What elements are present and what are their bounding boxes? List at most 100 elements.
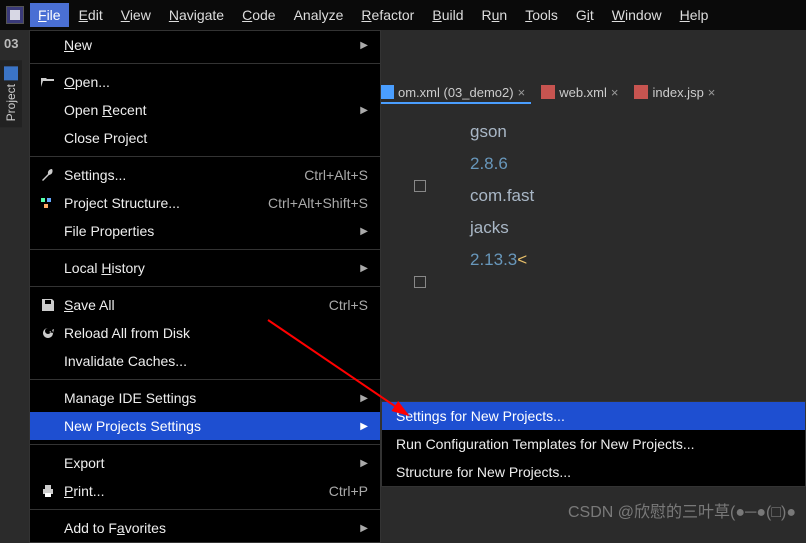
menuitem-close-project[interactable]: Close Project bbox=[30, 124, 380, 152]
menuitem-label: New Projects Settings bbox=[64, 418, 352, 434]
submenu-arrow-icon: ▶ bbox=[360, 105, 368, 116]
menuitem-label: Close Project bbox=[64, 130, 368, 146]
menuitem-label: Project Structure... bbox=[64, 195, 260, 211]
watermark: CSDN @欣慰的三叶草(●─●(□)● bbox=[568, 498, 796, 522]
submenu-arrow-icon: ▶ bbox=[360, 263, 368, 274]
structure-icon bbox=[40, 195, 56, 211]
menu-code[interactable]: Code bbox=[234, 3, 283, 27]
editor-tabs: om.xml (03_demo2) × web.xml × index.jsp × bbox=[370, 78, 806, 108]
submenu-arrow-icon: ▶ bbox=[360, 226, 368, 237]
file-menu-dropdown: New ▶ Open... Open Recent ▶ Close Project Sett… bbox=[29, 30, 381, 543]
menuitem-label: Add to Favorites bbox=[64, 520, 352, 536]
xml-red-icon bbox=[541, 85, 555, 99]
menuitem-new[interactable]: New ▶ bbox=[30, 31, 380, 59]
menu-run[interactable]: Run bbox=[473, 3, 515, 27]
menuitem-print-[interactable]: Print... Ctrl+P bbox=[30, 477, 380, 505]
menuitem-label: Settings... bbox=[64, 167, 296, 183]
submenu-arrow-icon: ▶ bbox=[360, 393, 368, 404]
shortcut: Ctrl+Alt+Shift+S bbox=[268, 195, 368, 211]
code-line: jacks bbox=[430, 212, 806, 244]
fold-marker-icon[interactable] bbox=[414, 276, 426, 288]
menubar: FileEditViewNavigateCodeAnalyzeRefactorB… bbox=[0, 0, 806, 30]
project-toolwindow-tab[interactable]: Project bbox=[0, 60, 22, 127]
blank-icon bbox=[40, 520, 56, 536]
menuitem-label: Print... bbox=[64, 483, 321, 499]
submenu-arrow-icon: ▶ bbox=[360, 40, 368, 51]
reload-icon bbox=[40, 325, 56, 341]
jsp-icon bbox=[634, 85, 648, 99]
menuitem-new-projects-settings[interactable]: New Projects Settings ▶ bbox=[30, 412, 380, 440]
code-line: com.fast bbox=[430, 180, 806, 212]
menuitem-export[interactable]: Export▶ bbox=[30, 449, 380, 477]
project-icon bbox=[4, 66, 18, 80]
menuitem-label: Invalidate Caches... bbox=[64, 353, 368, 369]
menuitem-label: Local History bbox=[64, 260, 352, 276]
menu-tools[interactable]: Tools bbox=[517, 3, 566, 27]
shortcut: Ctrl+P bbox=[329, 483, 368, 499]
menu-navigate[interactable]: Navigate bbox=[161, 3, 232, 27]
new-projects-settings-submenu: Settings for New Projects...Run Configur… bbox=[381, 401, 806, 487]
menu-analyze[interactable]: Analyze bbox=[286, 3, 352, 27]
tab-label: om.xml (03_demo2) bbox=[398, 85, 514, 100]
menuitem-label: Export bbox=[64, 455, 352, 471]
submenuitem-settings-for-new-projects-[interactable]: Settings for New Projects... bbox=[382, 402, 805, 430]
blank-icon bbox=[40, 223, 56, 239]
menu-edit[interactable]: Edit bbox=[71, 3, 111, 27]
menu-view[interactable]: View bbox=[113, 3, 159, 27]
wrench-icon bbox=[40, 167, 56, 183]
blank-icon bbox=[40, 418, 56, 434]
xml-blue-icon bbox=[380, 85, 394, 99]
menu-file[interactable]: File bbox=[30, 3, 69, 27]
blank-icon bbox=[40, 353, 56, 369]
editor-tab[interactable]: index.jsp × bbox=[628, 83, 721, 104]
menu-help[interactable]: Help bbox=[672, 3, 717, 27]
menu-git[interactable]: Git bbox=[568, 3, 602, 27]
menuitem-open-recent[interactable]: Open Recent ▶ bbox=[30, 96, 380, 124]
editor-tab[interactable]: web.xml × bbox=[535, 83, 624, 104]
menuitem-label: Reload All from Disk bbox=[64, 325, 368, 341]
menuitem-open-[interactable]: Open... bbox=[30, 68, 380, 96]
shortcut: Ctrl+Alt+S bbox=[304, 167, 368, 183]
menuitem-file-properties[interactable]: File Properties ▶ bbox=[30, 217, 380, 245]
code-line: gson bbox=[430, 116, 806, 148]
submenu-arrow-icon: ▶ bbox=[360, 523, 368, 534]
menu-window[interactable]: Window bbox=[604, 3, 670, 27]
close-icon[interactable]: × bbox=[708, 85, 716, 100]
menuitem-label: Open Recent bbox=[64, 102, 352, 118]
submenu-arrow-icon: ▶ bbox=[360, 421, 368, 432]
menu-refactor[interactable]: Refactor bbox=[353, 3, 422, 27]
menuitem-add-to-favorites[interactable]: Add to Favorites ▶ bbox=[30, 514, 380, 542]
menuitem-project-structure-[interactable]: Project Structure... Ctrl+Alt+Shift+S bbox=[30, 189, 380, 217]
shortcut: Ctrl+S bbox=[329, 297, 368, 313]
blank-icon bbox=[40, 130, 56, 146]
project-number: 03 bbox=[4, 36, 18, 51]
app-logo bbox=[6, 6, 24, 24]
editor-toolbar-gap bbox=[380, 30, 806, 78]
code-content[interactable]: gson2.8.6com.fastjacks2.13.3< bbox=[370, 108, 806, 276]
save-icon bbox=[40, 297, 56, 313]
menuitem-settings-[interactable]: Settings... Ctrl+Alt+S bbox=[30, 161, 380, 189]
submenuitem-run-configuration-templates-for-new-projects-[interactable]: Run Configuration Templates for New Proj… bbox=[382, 430, 805, 458]
menuitem-local-history[interactable]: Local History ▶ bbox=[30, 254, 380, 282]
close-icon[interactable]: × bbox=[611, 85, 619, 100]
menu-build[interactable]: Build bbox=[424, 3, 471, 27]
blank-icon bbox=[40, 260, 56, 276]
menuitem-invalidate-caches-[interactable]: Invalidate Caches... bbox=[30, 347, 380, 375]
folder-open-icon bbox=[40, 74, 56, 90]
menuitem-save-all[interactable]: Save All Ctrl+S bbox=[30, 291, 380, 319]
menuitem-label: Open... bbox=[64, 74, 368, 90]
submenuitem-structure-for-new-projects-[interactable]: Structure for New Projects... bbox=[382, 458, 805, 486]
menuitem-label: Save All bbox=[64, 297, 321, 313]
menuitem-manage-ide-settings[interactable]: Manage IDE Settings ▶ bbox=[30, 384, 380, 412]
close-icon[interactable]: × bbox=[518, 85, 526, 100]
menuitem-reload-all-from-disk[interactable]: Reload All from Disk bbox=[30, 319, 380, 347]
blank-icon bbox=[40, 37, 56, 53]
editor-tab[interactable]: om.xml (03_demo2) × bbox=[374, 83, 531, 104]
menuitem-label: New bbox=[64, 37, 352, 53]
menuitem-label: File Properties bbox=[64, 223, 352, 239]
tab-label: web.xml bbox=[559, 85, 607, 100]
fold-marker-icon[interactable] bbox=[414, 180, 426, 192]
menuitem-label: Manage IDE Settings bbox=[64, 390, 352, 406]
blank-icon bbox=[40, 102, 56, 118]
tab-label: index.jsp bbox=[652, 85, 703, 100]
